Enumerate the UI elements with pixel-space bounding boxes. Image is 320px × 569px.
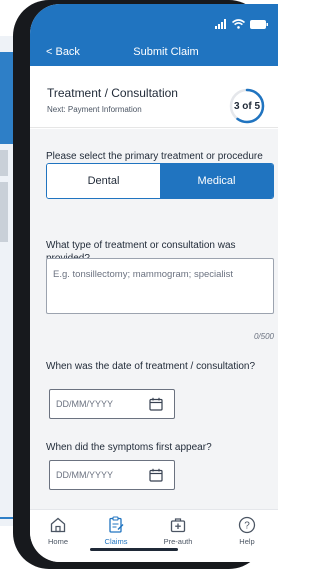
status-bar — [215, 18, 268, 30]
dental-option[interactable]: Dental — [47, 164, 160, 198]
tab-label: Claims — [104, 537, 128, 546]
step-title: Treatment / Consultation — [47, 86, 178, 100]
phone-screen: < Back Submit Claim Treatment / Consulta… — [30, 4, 278, 562]
medical-option[interactable]: Medical — [160, 164, 273, 198]
step-counter: 3 of 5 — [233, 100, 261, 112]
bottom-tab-bar: Home Claims Pre-auth ? Help — [30, 509, 278, 562]
svg-text:?: ? — [244, 521, 250, 532]
next-step-label: Next: Payment Information — [47, 105, 142, 114]
tab-label: Help — [239, 537, 255, 546]
pre-auth-icon — [170, 518, 186, 533]
treatment-date-question: When was the date of treatment / consult… — [46, 361, 256, 372]
claim-type-toggle[interactable]: Dental Medical — [46, 163, 274, 199]
step-header: Treatment / Consultation Next: Payment I… — [30, 66, 278, 128]
tab-label: Home — [47, 537, 68, 546]
page-title: Submit Claim — [133, 46, 199, 58]
symptoms-date-field[interactable]: DD/MM/YYYY — [49, 460, 175, 490]
calendar-icon[interactable] — [149, 397, 163, 411]
claims-icon — [109, 516, 124, 533]
wifi-icon — [232, 19, 245, 29]
home-indicator — [90, 548, 178, 551]
date-placeholder: DD/MM/YYYY — [56, 399, 114, 409]
calendar-icon[interactable] — [149, 468, 163, 482]
tab-help[interactable]: ? Help — [222, 516, 272, 556]
app-header: < Back Submit Claim — [30, 4, 278, 66]
phone-frame: < Back Submit Claim Treatment / Consulta… — [13, 0, 278, 569]
home-icon — [50, 517, 66, 533]
cellular-signal-icon — [215, 19, 226, 29]
date-placeholder: DD/MM/YYYY — [56, 470, 114, 480]
character-counter: 0/500 — [253, 332, 274, 341]
treatment-input[interactable]: E.g. tonsillectomy; mammogram; specialis… — [46, 258, 274, 314]
tab-label: Pre-auth — [163, 537, 193, 546]
background-divider — [0, 150, 8, 176]
symptoms-date-question: When did the symptoms first appear? — [46, 442, 212, 453]
treatment-date-field[interactable]: DD/MM/YYYY — [49, 389, 175, 419]
tab-home[interactable]: Home — [33, 516, 83, 556]
background-divider — [0, 182, 8, 242]
help-icon: ? — [238, 516, 256, 534]
nav-bar: < Back Submit Claim — [30, 44, 278, 62]
battery-icon — [250, 19, 268, 29]
